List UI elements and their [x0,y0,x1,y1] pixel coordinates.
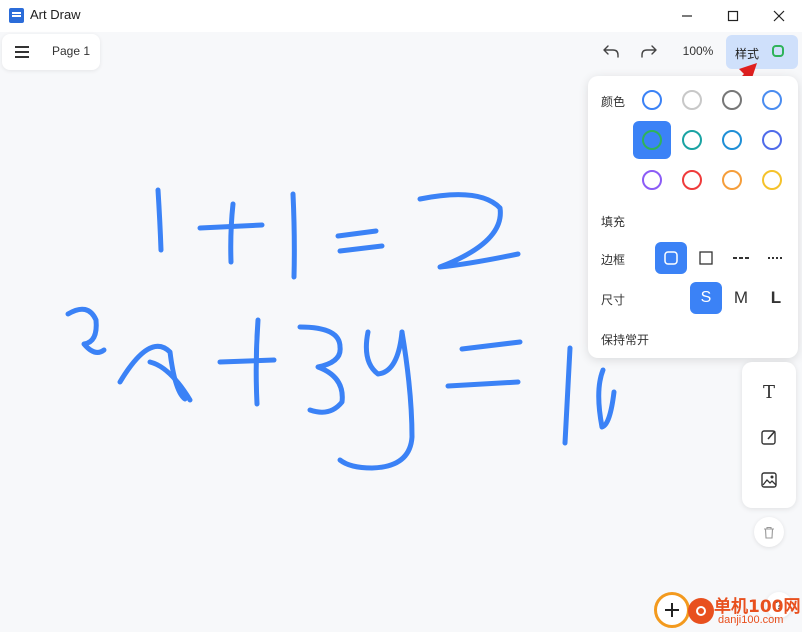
color-swatch[interactable] [753,121,791,159]
image-icon [761,472,777,488]
size-option-l[interactable]: L [760,282,792,314]
color-ring-icon [682,170,702,190]
style-swatch-icon [772,45,784,57]
delete-button[interactable] [754,517,784,547]
color-swatch[interactable] [753,81,791,119]
close-button[interactable] [756,0,802,32]
color-ring-icon [642,130,662,150]
color-swatch[interactable] [673,161,711,199]
dashed-line-icon [733,257,749,259]
color-ring-icon [642,90,662,110]
style-label: 样式 [735,47,760,61]
page-label[interactable]: Page 1 [52,44,90,58]
size-label: 尺寸 [601,293,626,307]
color-ring-icon [762,90,782,110]
fill-label: 填充 [601,215,626,229]
keep-open-toggle[interactable]: 保持常开 [601,331,649,348]
trash-icon [764,526,774,539]
watermark-logo-icon [654,592,690,628]
color-ring-icon [722,170,742,190]
dotted-line-icon [768,257,784,259]
page-bar: Page 1 [2,34,100,70]
color-swatch[interactable] [753,161,791,199]
watermark: 单机100网 danji100.com [652,590,802,632]
color-ring-icon [762,170,782,190]
size-option-m[interactable]: M [725,282,757,314]
square-icon [699,251,713,265]
menu-icon[interactable] [15,46,29,48]
watermark-domain: danji100.com [718,614,784,626]
undo-button[interactable] [596,35,626,67]
color-swatch[interactable] [713,81,751,119]
text-tool-button[interactable]: T [757,380,781,404]
color-ring-icon [682,90,702,110]
image-tool-button[interactable] [757,468,781,492]
color-ring-icon [762,130,782,150]
pen-tool-button[interactable] [757,425,781,449]
top-toolbar: 100% 样式 [588,32,800,70]
redo-icon [641,45,657,58]
color-swatch[interactable] [713,161,751,199]
border-dotted-option[interactable] [760,242,792,274]
title-bar: Art Draw [0,0,802,32]
rounded-square-icon [664,251,678,265]
zoom-level[interactable]: 100% [676,35,720,67]
border-dashed-option[interactable] [725,242,757,274]
color-ring-icon [642,170,662,190]
color-swatch[interactable] [633,121,671,159]
close-icon [773,10,785,22]
color-swatch[interactable] [713,121,751,159]
color-label: 颜色 [601,95,626,109]
color-ring-icon [722,90,742,110]
maximize-button[interactable] [710,0,756,32]
border-label: 边框 [601,253,626,267]
minimize-icon [682,15,692,17]
watermark-dot-icon [688,598,714,624]
color-swatch[interactable] [673,81,711,119]
border-rounded-option[interactable] [655,242,687,274]
color-swatch[interactable] [633,161,671,199]
style-button[interactable]: 样式 [726,35,798,69]
size-option-s[interactable]: S [690,282,722,314]
side-toolbar: T [742,362,796,508]
color-swatch[interactable] [673,121,711,159]
window-title: Art Draw [30,7,81,22]
minimize-button[interactable] [664,0,710,32]
app-logo-icon [9,8,24,23]
color-swatch[interactable] [633,81,671,119]
border-square-option[interactable] [690,242,722,274]
maximize-icon [727,10,739,22]
color-ring-icon [682,130,702,150]
redo-button[interactable] [634,35,664,67]
style-panel: 颜色 填充 边框 尺寸 S M L 保持常开 [588,76,798,358]
undo-icon [603,45,619,58]
pen-icon [761,430,776,445]
color-ring-icon [722,130,742,150]
